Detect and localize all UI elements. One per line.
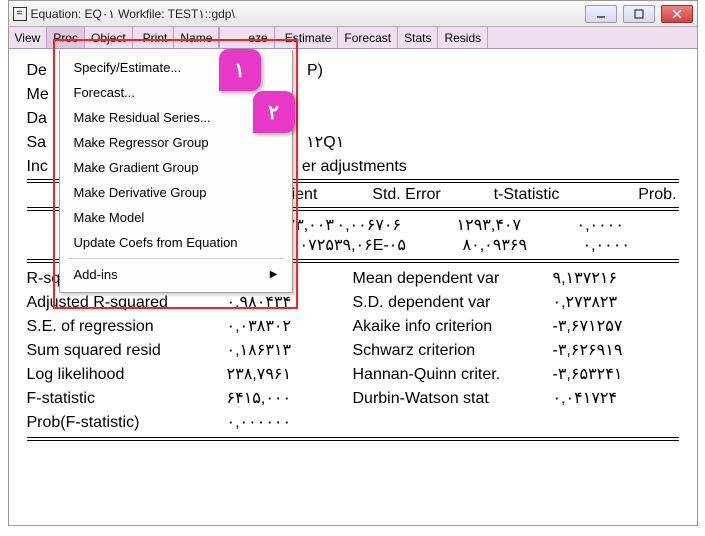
stats-right-row: Akaike info criterion-۳,۶۷۱۲۵۷ [353,315,679,339]
annotation-callout-2: ۲ [253,91,295,133]
stat-label: Prob(F-statistic) [27,411,227,435]
toolbar-view[interactable]: View [9,27,48,48]
menu-update-coefs[interactable]: Update Coefs from Equation [60,230,292,255]
stat-label: Sum squared resid [27,339,227,363]
stat-value: -۳,۶۷۱۲۵۷ [553,315,679,339]
toolbar-freeze[interactable]: eze [219,27,274,48]
stat-label: Hannan-Quinn criter. [353,363,553,387]
stat-label: Adjusted R-squared [27,291,227,315]
stat-value: ۰,۱۸۶۳۱۳ [227,339,353,363]
toolbar-estimate[interactable]: Estimate [279,27,339,48]
minimize-button[interactable] [585,5,617,23]
stats-right-row: S.D. dependent var۰,۲۷۳۸۲۳ [353,291,679,315]
stat-label: F-statistic [27,387,227,411]
stats-left-row: F-statistic۶۴۱۵,۰۰۰ [27,387,353,411]
toolbar-resids[interactable]: Resids [438,27,488,48]
stat-label: Durbin-Watson stat [353,387,553,411]
stats-left-row: Sum squared resid۰,۱۸۶۳۱۳ [27,339,353,363]
stat-value: -۳,۶۲۶۹۱۹ [553,339,679,363]
toolbar-object[interactable]: Object [85,27,133,48]
maximize-button[interactable] [623,5,655,23]
equation-window: = Equation: EQ۰۱ Workfile: TEST۱::gdp\ V… [8,0,698,526]
col-stderror: Std. Error [347,186,467,204]
stat-value: ۰,۰۰۰۰۰۰ [227,411,353,435]
window-controls [585,5,693,23]
stat-value: ۰,۰۴۱۷۲۴ [553,387,679,411]
menu-make-regressor-group[interactable]: Make Regressor Group [60,130,292,155]
stat-value: ۰,۰۳۸۳۰۲ [227,315,353,339]
toolbar-proc[interactable]: Proc [47,27,85,48]
stat-value: ۲۳۸,۷۹۶۱ [227,363,353,387]
stats-left-row: Log likelihood۲۳۸,۷۹۶۱ [27,363,353,387]
stats-right-row: Durbin-Watson stat۰,۰۴۱۷۲۴ [353,387,679,411]
titlebar: = Equation: EQ۰۱ Workfile: TEST۱::gdp\ [9,1,697,27]
toolbar-forecast[interactable]: Forecast [338,27,398,48]
stat-label: S.D. dependent var [353,291,553,315]
menu-separator [68,258,284,259]
stat-label: Log likelihood [27,363,227,387]
stat-value: ۰,۲۷۳۸۲۳ [553,291,679,315]
menu-make-derivative-group[interactable]: Make Derivative Group [60,180,292,205]
stats-right-row: Hannan-Quinn criter.-۳,۶۵۳۲۴۱ [353,363,679,387]
annotation-callout-1: ۱ [219,49,261,91]
toolbar-print[interactable]: Print [137,27,175,48]
toolbar-stats[interactable]: Stats [398,27,438,48]
stats-left-row: Adjusted R-squared۰,۹۸۰۴۳۴ [27,291,353,315]
stats-right-row: Mean dependent var۹,۱۳۷۲۱۶ [353,267,679,291]
stat-value: ۰,۹۸۰۴۳۴ [227,291,353,315]
menu-make-gradient-group[interactable]: Make Gradient Group [60,155,292,180]
stat-value: -۳,۶۵۳۲۴۱ [553,363,679,387]
submenu-arrow-icon: ▶ [270,269,278,280]
col-tstatistic: t-Statistic [467,186,587,204]
stats-right-row: Schwarz criterion-۳,۶۲۶۹۱۹ [353,339,679,363]
menu-make-model[interactable]: Make Model [60,205,292,230]
window-title: Equation: EQ۰۱ Workfile: TEST۱::gdp\ [31,7,585,21]
close-button[interactable] [661,5,693,23]
menu-addins[interactable]: Add-ins ▶ [60,262,292,287]
stats-left-row: S.E. of regression۰,۰۳۸۳۰۲ [27,315,353,339]
window-icon: = [13,7,27,21]
toolbar: View Proc Object Print Name eze Estimate… [9,27,697,49]
stat-label: Schwarz criterion [353,339,553,363]
stats-left-row: Prob(F-statistic)۰,۰۰۰۰۰۰ [27,411,353,435]
stat-value: ۹,۱۳۷۲۱۶ [553,267,679,291]
toolbar-name[interactable]: Name [174,27,219,48]
stat-value: ۶۴۱۵,۰۰۰ [227,387,353,411]
stats-right: Mean dependent var۹,۱۳۷۲۱۶S.D. dependent… [353,267,679,435]
col-prob: Prob. [587,186,687,204]
stat-label: Akaike info criterion [353,315,553,339]
stat-label: Mean dependent var [353,267,553,291]
stat-label: S.E. of regression [27,315,227,339]
